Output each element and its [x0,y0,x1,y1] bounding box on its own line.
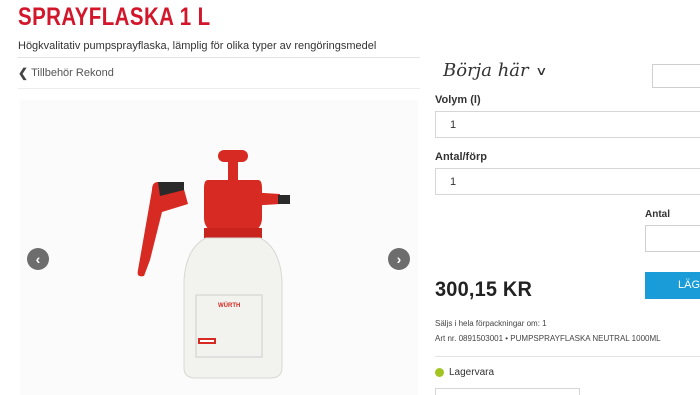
chevron-left-icon: ❮ [18,66,29,80]
quantity-input[interactable] [645,225,700,252]
volym-label: Volym (l) [435,94,481,106]
product-image [137,150,290,379]
product-image-gallery: WÜRTH ‹ › [20,100,418,395]
divider [18,88,420,89]
start-menu-dropdown[interactable]: Börja här ∨ [443,60,548,81]
sold-in-packages-text: Säljs i hela förpackningar om: 1 [435,319,547,328]
divider [18,57,420,58]
article-number-text: Art nr. 0891503001 • PUMPSPRAYFLASKA NEU… [435,334,661,343]
add-to-cart-button[interactable]: LÄGG [645,272,700,299]
breadcrumb-label: Tillbehör Rekond [31,67,114,79]
breadcrumb-back-link[interactable]: ❮ Tillbehör Rekond [18,66,114,80]
product-title: SPRAYFLASKA 1 L [18,3,211,31]
store-select-field[interactable] [435,388,580,395]
stock-status: Lagervara [435,367,494,378]
quantity-label: Antal [645,209,670,220]
brand-logo-text: WÜRTH [218,303,241,309]
price: 300,15 KR [435,278,533,301]
header-search-field[interactable] [652,64,700,88]
arrow-right-icon[interactable]: › [388,248,410,270]
start-menu-label: Börja här [443,60,529,81]
divider [435,356,700,357]
chevron-down-icon: ∨ [534,63,548,78]
volym-select[interactable]: 1 [435,111,700,138]
stock-status-label: Lagervara [449,367,495,378]
antal-forp-select[interactable]: 1 [435,168,700,195]
antal-forp-label: Antal/förp [435,151,487,163]
product-description: Högkvalitativ pumpsprayflaska, lämplig f… [18,40,377,52]
arrow-left-icon[interactable]: ‹ [27,248,49,270]
stock-indicator-icon [435,368,444,377]
